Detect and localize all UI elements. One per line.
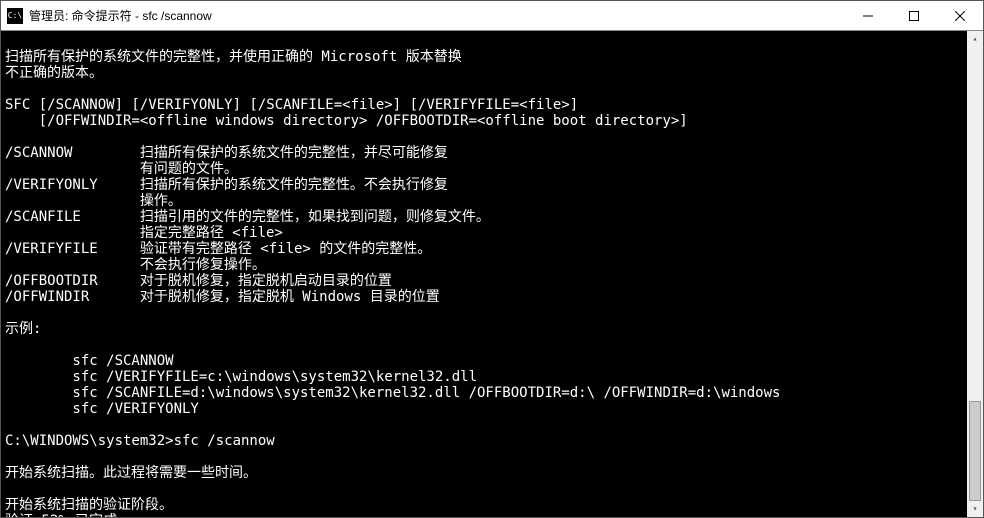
terminal-line: 扫描所有保护的系统文件的完整性，并使用正确的 Microsoft 版本替换 <box>5 49 462 65</box>
close-button[interactable] <box>937 1 983 30</box>
terminal-line: 操作。 <box>5 193 182 209</box>
terminal-line: 开始系统扫描。此过程将需要一些时间。 <box>5 465 257 481</box>
terminal-line: /VERIFYFILE 验证带有完整路径 <file> 的文件的完整性。 <box>5 241 431 257</box>
terminal-line: /SCANNOW 扫描所有保护的系统文件的完整性，并尽可能修复 <box>5 145 448 161</box>
minimize-button[interactable] <box>845 1 891 30</box>
terminal-line: /SCANFILE 扫描引用的文件的完整性，如果找到问题，则修复文件。 <box>5 209 490 225</box>
terminal-line: 示例: <box>5 321 41 337</box>
terminal-line: 指定完整路径 <file> <box>5 225 283 241</box>
titlebar: C:\ 管理员: 命令提示符 - sfc /scannow <box>1 1 983 31</box>
terminal-line: sfc /SCANFILE=d:\windows\system32\kernel… <box>5 385 780 401</box>
terminal-line: 验证 52% 已完成。 <box>5 513 131 517</box>
scrollbar-thumb[interactable] <box>969 401 981 501</box>
maximize-button[interactable] <box>891 1 937 30</box>
terminal-line: SFC [/SCANNOW] [/VERIFYONLY] [/SCANFILE=… <box>5 97 578 113</box>
window-title: 管理员: 命令提示符 - sfc /scannow <box>29 7 845 24</box>
terminal-line: sfc /SCANNOW <box>5 353 174 369</box>
scroll-down-arrow[interactable]: ▾ <box>967 501 983 517</box>
terminal-line: C:\WINDOWS\system32>sfc /scannow <box>5 433 275 449</box>
terminal-line: [/OFFWINDIR=<offline windows directory> … <box>5 113 688 129</box>
app-icon: C:\ <box>7 8 23 24</box>
terminal-line: /OFFBOOTDIR 对于脱机修复，指定脱机启动目录的位置 <box>5 273 392 289</box>
terminal-line: /OFFWINDIR 对于脱机修复，指定脱机 Windows 目录的位置 <box>5 289 440 305</box>
terminal-line: /VERIFYONLY 扫描所有保护的系统文件的完整性。不会执行修复 <box>5 177 448 193</box>
terminal-line: 开始系统扫描的验证阶段。 <box>5 497 173 513</box>
terminal-output[interactable]: 扫描所有保护的系统文件的完整性，并使用正确的 Microsoft 版本替换 不正… <box>1 31 983 517</box>
terminal-line: 不会执行修复操作。 <box>5 257 266 273</box>
terminal-line: sfc /VERIFYFILE=c:\windows\system32\kern… <box>5 369 477 385</box>
terminal-line: sfc /VERIFYONLY <box>5 401 199 417</box>
window-controls <box>845 1 983 30</box>
terminal-line: 不正确的版本。 <box>5 65 103 81</box>
terminal-line: 有问题的文件。 <box>5 161 238 177</box>
scroll-up-arrow[interactable]: ▴ <box>967 31 983 47</box>
vertical-scrollbar[interactable]: ▴ ▾ <box>967 31 983 517</box>
